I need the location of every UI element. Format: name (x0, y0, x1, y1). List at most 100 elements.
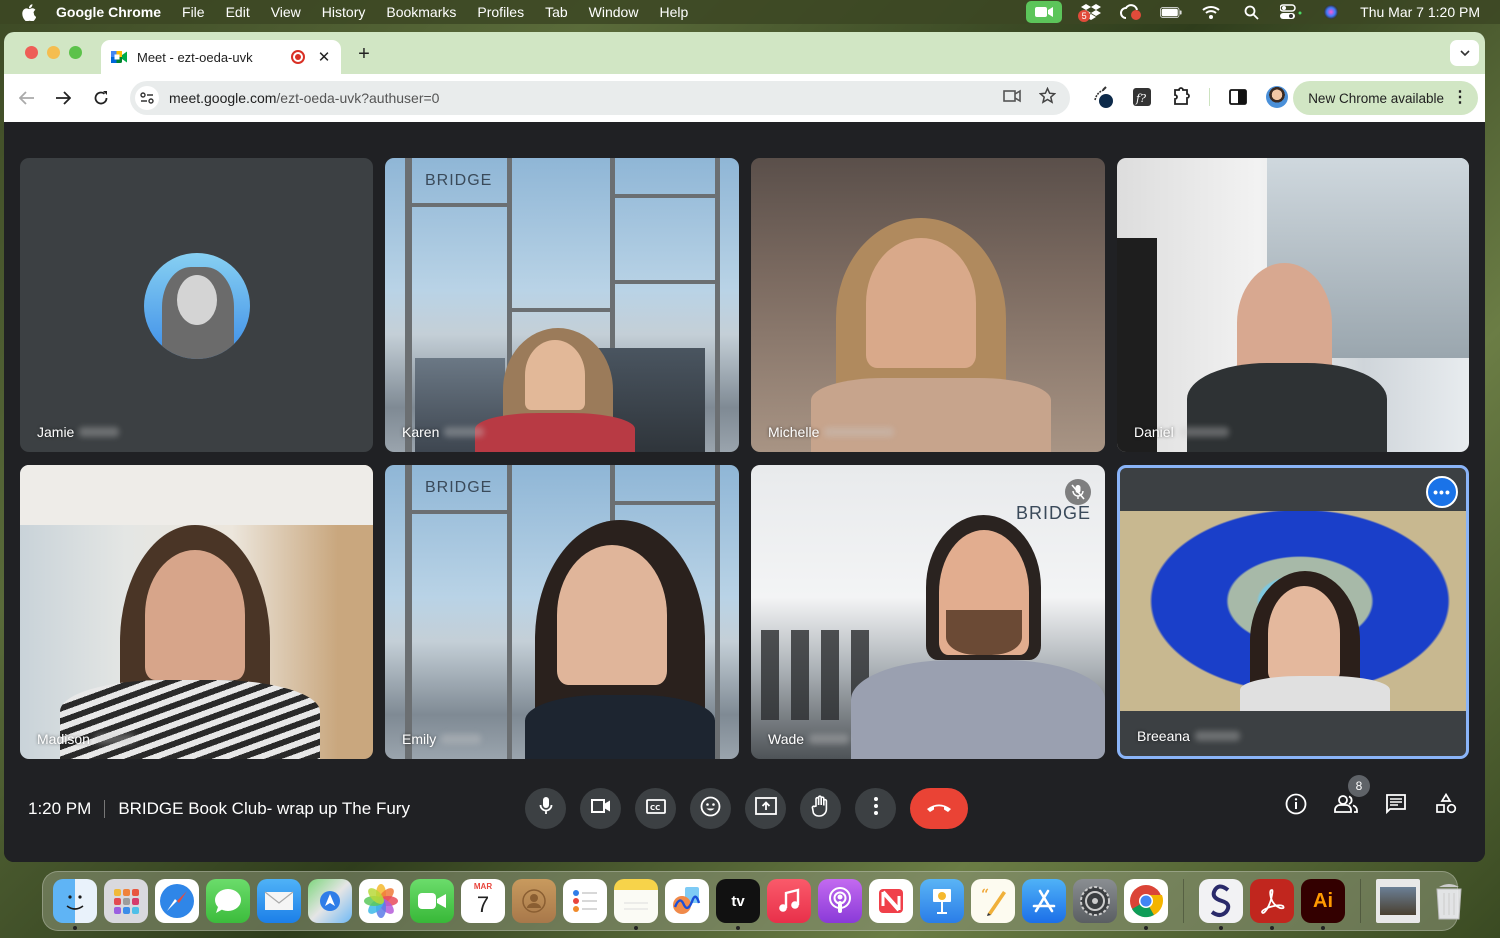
participant-tile-emily[interactable]: BRIDGE Emily (385, 465, 739, 759)
captions-button[interactable]: CC (635, 788, 676, 829)
macos-dock: MAR 7 tv “ Ai (42, 871, 1462, 931)
chrome-menu-kebab-icon[interactable]: ⋮ (1452, 90, 1468, 106)
new-tab-button[interactable]: + (354, 43, 374, 66)
meeting-details-button[interactable] (1284, 793, 1308, 818)
dock-finder-icon[interactable] (53, 879, 97, 930)
meeting-info: 1:20 PM BRIDGE Book Club- wrap up The Fu… (28, 799, 410, 819)
participant-avatar (144, 253, 250, 359)
dock-keynote-icon[interactable] (920, 879, 964, 923)
dock-trash-icon[interactable] (1427, 879, 1471, 923)
people-button[interactable] (1334, 794, 1358, 818)
menu-help[interactable]: Help (659, 4, 688, 20)
menu-tab[interactable]: Tab (545, 4, 568, 20)
minimize-window-button[interactable] (47, 46, 60, 59)
participant-tile-karen[interactable]: BRIDGE Karen (385, 158, 739, 452)
profile-avatar[interactable] (1266, 86, 1288, 108)
microphone-icon (539, 796, 553, 821)
dock-photos-icon[interactable] (359, 879, 403, 923)
leave-call-button[interactable] (910, 788, 968, 829)
meeting-title[interactable]: BRIDGE Book Club- wrap up The Fury (118, 799, 410, 819)
new-chrome-available-button[interactable]: New Chrome available ⋮ (1293, 81, 1478, 115)
participant-tile-jamie[interactable]: Jamie (20, 158, 373, 452)
reload-icon[interactable] (91, 88, 111, 108)
dock-chrome-icon[interactable] (1124, 879, 1168, 930)
participant-tile-michelle[interactable]: Michelle (751, 158, 1105, 452)
dock-freeform-icon[interactable] (665, 879, 709, 923)
chat-button[interactable] (1384, 793, 1408, 818)
participant-tile-madison[interactable]: Madison (20, 465, 373, 759)
facetime-status-icon[interactable] (1026, 1, 1063, 23)
address-bar[interactable]: meet.google.com/ezt-oeda-uvk?authuser=0 (130, 81, 1070, 115)
dock-apple-tv-icon[interactable]: tv (716, 879, 760, 930)
menu-bookmarks[interactable]: Bookmarks (386, 4, 456, 20)
url-text[interactable]: meet.google.com/ezt-oeda-uvk?authuser=0 (169, 90, 439, 106)
menu-app-name[interactable]: Google Chrome (56, 4, 161, 20)
dock-illustrator-icon[interactable]: Ai (1301, 879, 1345, 930)
dock-app-store-icon[interactable] (1022, 879, 1066, 923)
tab-meet[interactable]: Meet - ezt-oeda-uvk ✕ (101, 40, 341, 74)
extensions-puzzle-icon[interactable] (1170, 86, 1192, 108)
dock-news-icon[interactable] (869, 879, 913, 923)
dock-music-icon[interactable] (767, 879, 811, 923)
menu-window[interactable]: Window (589, 4, 639, 20)
battery-icon[interactable] (1160, 3, 1182, 21)
dock-notes-icon[interactable] (614, 879, 658, 930)
dropbox-icon[interactable]: 5 (1078, 3, 1102, 22)
participant-tile-wade[interactable]: BRIDGE Wade (751, 465, 1105, 759)
menubar-clock[interactable]: Thu Mar 7 1:20 PM (1360, 4, 1480, 20)
site-settings-icon[interactable] (135, 86, 159, 110)
side-panel-icon[interactable] (1227, 86, 1249, 108)
meet-stage: Jamie BRIDGE Karen Michelle Daniel Madis… (4, 122, 1485, 862)
dock-launchpad-icon[interactable] (104, 879, 148, 923)
close-tab-icon[interactable]: ✕ (317, 48, 331, 66)
tab-search-chevron-icon[interactable] (1450, 40, 1479, 66)
illustrator-label: Ai (1313, 889, 1333, 912)
creative-cloud-icon[interactable] (1120, 3, 1142, 21)
chrome-window: Meet - ezt-oeda-uvk ✕ + meet.google.com/… (4, 32, 1485, 862)
dock-calendar-icon[interactable]: MAR 7 (461, 879, 505, 923)
control-center-icon[interactable] (1280, 3, 1302, 21)
camera-button[interactable] (580, 788, 621, 829)
siri-icon[interactable] (1320, 3, 1342, 21)
eyedropper-extension-icon[interactable] (1092, 86, 1114, 108)
camera-in-use-icon[interactable] (1003, 89, 1021, 108)
activities-button[interactable] (1434, 792, 1458, 818)
bookmark-star-icon[interactable] (1038, 86, 1057, 109)
menu-view[interactable]: View (271, 4, 301, 20)
dock-acrobat-icon[interactable] (1250, 879, 1294, 930)
present-screen-button[interactable] (745, 788, 786, 829)
dock-pages-icon[interactable]: “ (971, 879, 1015, 923)
dock-scrivener-icon[interactable] (1199, 879, 1243, 930)
apple-menu-icon[interactable] (20, 3, 38, 21)
forward-arrow-icon[interactable] (53, 88, 73, 108)
menu-history[interactable]: History (322, 4, 366, 20)
more-options-kebab-button[interactable] (855, 788, 896, 829)
reactions-button[interactable] (690, 788, 731, 829)
close-window-button[interactable] (25, 46, 38, 59)
menu-file[interactable]: File (182, 4, 205, 20)
menu-edit[interactable]: Edit (226, 4, 250, 20)
spotlight-search-icon[interactable] (1240, 3, 1262, 21)
dock-system-settings-icon[interactable] (1073, 879, 1117, 923)
menu-profiles[interactable]: Profiles (477, 4, 524, 20)
microphone-button[interactable] (525, 788, 566, 829)
wifi-icon[interactable] (1200, 3, 1222, 21)
muted-mic-icon (1065, 479, 1091, 505)
raise-hand-button[interactable] (800, 788, 841, 829)
dock-facetime-icon[interactable] (410, 879, 454, 923)
formula-extension-icon[interactable]: f? (1131, 86, 1153, 108)
dock-contacts-icon[interactable] (512, 879, 556, 923)
dock-messages-icon[interactable] (206, 879, 250, 923)
participant-tile-daniel[interactable]: Daniel (1117, 158, 1469, 452)
fullscreen-window-button[interactable] (69, 46, 82, 59)
dock-reminders-icon[interactable] (563, 879, 607, 923)
more-options-button[interactable]: ••• (1426, 476, 1458, 508)
back-arrow-icon[interactable] (17, 88, 37, 108)
dock-mail-icon[interactable] (257, 879, 301, 923)
dock-downloads-stack-icon[interactable] (1376, 879, 1420, 923)
dock-safari-icon[interactable] (155, 879, 199, 923)
svg-text:“: “ (981, 887, 989, 903)
dock-maps-icon[interactable] (308, 879, 352, 923)
participant-tile-breeana[interactable]: ••• Breeana (1117, 465, 1469, 759)
dock-podcasts-icon[interactable] (818, 879, 862, 923)
